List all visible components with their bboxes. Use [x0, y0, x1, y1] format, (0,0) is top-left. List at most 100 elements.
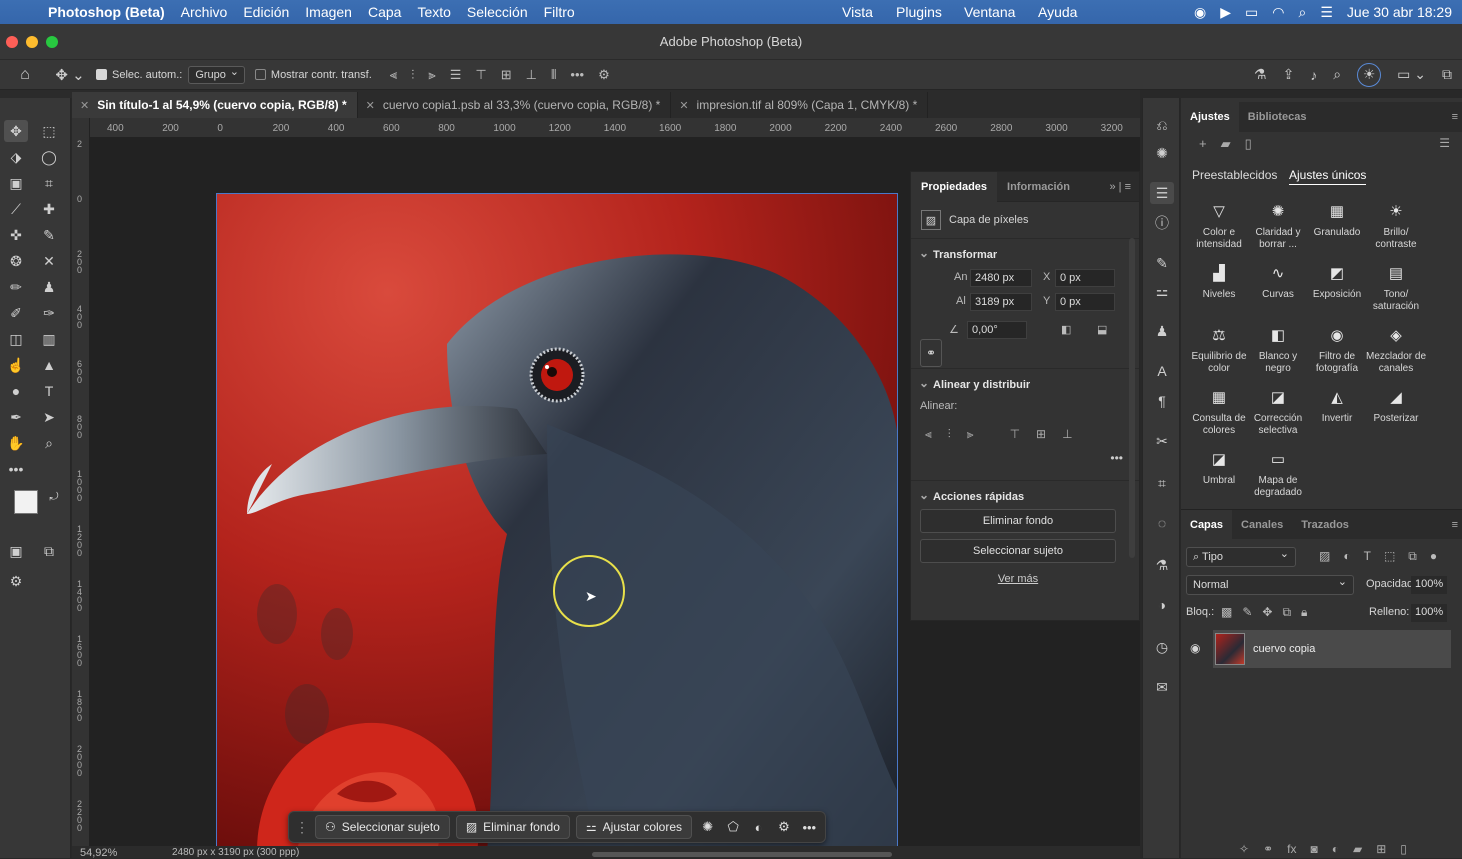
- adjustment-item[interactable]: ◧ Blanco y negro: [1247, 325, 1309, 375]
- sparkle-icon[interactable]: ✺: [698, 819, 717, 835]
- adjustment-item[interactable]: ◉ Filtro de fotografía: [1306, 325, 1368, 375]
- adjustment-item[interactable]: ◭ Invertir: [1306, 387, 1368, 425]
- lasso-tool-icon[interactable]: ◯: [37, 146, 61, 168]
- info-panel-icon[interactable]: ⓘ: [1150, 212, 1174, 234]
- filter-smart-object-icon[interactable]: ⧉: [1408, 549, 1417, 564]
- adjustment-item[interactable]: ☀ Brillo/ contraste: [1365, 201, 1427, 251]
- align-left-icon[interactable]: ⫷: [390, 67, 397, 83]
- tab-information[interactable]: Información: [997, 172, 1080, 202]
- flip-horizontal-icon[interactable]: ◧: [1061, 323, 1071, 336]
- close-tab-icon[interactable]: ✕: [679, 99, 688, 112]
- content-aware-move-icon[interactable]: ✕: [37, 250, 61, 272]
- menu-archivo[interactable]: Archivo: [173, 4, 236, 20]
- lock-transparent-icon[interactable]: ▩: [1221, 605, 1232, 620]
- tab-paths[interactable]: Trazados: [1292, 510, 1358, 539]
- spot-healing-tool-icon[interactable]: ✜: [4, 224, 28, 246]
- tab-document-1[interactable]: ✕ Sin título-1 al 54,9% (cuervo copia, RG…: [72, 92, 358, 118]
- quick-mask-icon[interactable]: ▣: [4, 540, 28, 562]
- tab-presets[interactable]: Preestablecidos: [1192, 168, 1277, 182]
- minimize-window-button[interactable]: [26, 36, 38, 48]
- filter-toggle-icon[interactable]: ●: [1430, 549, 1437, 564]
- delete-layer-icon[interactable]: ▯: [1400, 842, 1407, 856]
- show-transform-checkbox[interactable]: [254, 69, 266, 80]
- workspace-icon[interactable]: ▭ ⌄: [1397, 66, 1426, 83]
- adjustment-item[interactable]: ▦ Granulado: [1306, 201, 1368, 239]
- close-window-button[interactable]: [6, 36, 18, 48]
- gear-icon[interactable]: ⚙: [598, 67, 610, 83]
- x-field[interactable]: 0 px: [1055, 269, 1115, 287]
- transform-icon[interactable]: ⬠: [723, 819, 742, 835]
- eyedropper-tool-icon[interactable]: ⟋: [4, 198, 28, 220]
- distribute-icon[interactable]: ☰: [450, 67, 462, 83]
- document-info[interactable]: 2480 px x 3190 px (300 ppp): [172, 848, 299, 858]
- zoom-tool-icon[interactable]: ⌕: [37, 432, 61, 454]
- menu-imagen[interactable]: Imagen: [297, 4, 360, 20]
- tab-properties[interactable]: Propiedades: [911, 171, 998, 202]
- type-tool-icon[interactable]: T: [37, 380, 61, 402]
- play-icon[interactable]: ▶: [1220, 4, 1231, 21]
- select-subject-button[interactable]: ⚇ Seleccionar sujeto: [315, 815, 450, 839]
- brush-panel-icon[interactable]: ✎: [1150, 252, 1174, 274]
- layers-menu-icon[interactable]: ≡: [1452, 510, 1458, 539]
- history-panel-icon[interactable]: ⎌: [1150, 114, 1174, 136]
- move-tool-icon[interactable]: ✥: [4, 120, 28, 142]
- align-vcenter-icon[interactable]: ⊞: [501, 67, 512, 83]
- adjustment-item[interactable]: ▤ Tono/ saturación: [1365, 263, 1427, 313]
- horizontal-scrollbar[interactable]: [592, 852, 892, 857]
- adjust-colors-button[interactable]: ⚍ Ajustar colores: [575, 815, 693, 839]
- document-canvas[interactable]: [216, 193, 898, 850]
- filter-pixel-icon[interactable]: ▨: [1319, 549, 1330, 564]
- new-layer-icon[interactable]: ⊞: [1376, 842, 1386, 856]
- panel-menu-icon[interactable]: » | ≡: [1109, 181, 1131, 193]
- properties-panel-icon[interactable]: ☰: [1150, 182, 1174, 204]
- adjustment-item[interactable]: ▟ Niveles: [1188, 263, 1250, 301]
- menubar-datetime[interactable]: Jue 30 abr 18:29: [1347, 4, 1452, 20]
- ruler-origin[interactable]: [72, 118, 90, 138]
- brush-tool-icon[interactable]: ✏: [4, 276, 28, 298]
- new-adjustment-layer-icon[interactable]: ◐: [1332, 842, 1339, 856]
- remove-tool-icon[interactable]: ❂: [4, 250, 28, 272]
- tab-document-3[interactable]: ✕ impresion.tif al 809% (Capa 1, CMYK/8) …: [671, 92, 929, 118]
- adjustment-item[interactable]: ⚖ Equilibrio de color: [1188, 325, 1250, 375]
- y-field[interactable]: 0 px: [1055, 293, 1115, 311]
- adjustment-item[interactable]: ▽ Color e intensidad: [1188, 201, 1250, 251]
- adjustment-item[interactable]: ∿ Curvas: [1247, 263, 1309, 301]
- fill-field[interactable]: 100%: [1411, 604, 1447, 622]
- adjustment-item[interactable]: ▭ Mapa de degradado: [1247, 449, 1309, 499]
- align-section-title[interactable]: Alinear y distribuir: [911, 376, 1030, 391]
- visibility-eye-icon[interactable]: ◉: [1190, 641, 1200, 655]
- flask-icon[interactable]: ⚗: [1254, 66, 1267, 83]
- drag-handle-icon[interactable]: ⋮: [295, 819, 309, 836]
- move-tool-preset-icon[interactable]: ✥ ⌄: [50, 66, 90, 84]
- close-tab-icon[interactable]: ✕: [80, 99, 89, 112]
- align-vertical-centers-icon[interactable]: ⊞: [1036, 427, 1046, 442]
- tab-libraries[interactable]: Bibliotecas: [1239, 102, 1316, 132]
- filter-type-icon[interactable]: T: [1364, 549, 1371, 564]
- discover-lightbulb-icon[interactable]: ☀: [1357, 62, 1382, 87]
- healing-brush-tool-icon[interactable]: ✚: [37, 198, 61, 220]
- wifi-icon[interactable]: ◠: [1272, 4, 1284, 21]
- clone-source-icon[interactable]: ♟: [1150, 320, 1174, 342]
- eraser-tool-icon[interactable]: ◫: [4, 328, 28, 350]
- menu-texto[interactable]: Texto: [409, 4, 458, 20]
- adjustment-item[interactable]: ✺ Claridad y borrar ...: [1247, 201, 1309, 251]
- align-right-icon[interactable]: ⫸: [428, 67, 435, 83]
- adjustment-icon[interactable]: ◐: [749, 820, 768, 835]
- sharpen-tool-icon[interactable]: ▲: [37, 354, 61, 376]
- control-center-icon[interactable]: ☰: [1320, 4, 1333, 21]
- menu-plugins[interactable]: Plugins: [888, 4, 950, 20]
- lock-pixels-icon[interactable]: ✎: [1242, 605, 1252, 620]
- width-field[interactable]: 2480 px: [970, 269, 1032, 287]
- adjustment-item[interactable]: ◩ Exposición: [1306, 263, 1368, 301]
- layer-row[interactable]: cuervo copia: [1213, 630, 1451, 668]
- lock-position-icon[interactable]: ✥: [1262, 605, 1272, 620]
- adjustments-menu-icon[interactable]: ≡: [1452, 102, 1458, 132]
- generative-fill-icon[interactable]: ⚙: [4, 570, 28, 592]
- discover-panel-icon[interactable]: ✺: [1150, 142, 1174, 164]
- rect-marquee-tool-icon[interactable]: ⬚: [37, 120, 61, 142]
- align-hcenter-icon[interactable]: ⫶: [411, 67, 414, 83]
- align-bottom-icon[interactable]: ⊥: [526, 67, 537, 83]
- more-icon[interactable]: •••: [800, 820, 819, 835]
- more-options-icon[interactable]: •••: [570, 67, 584, 83]
- menu-filtro[interactable]: Filtro: [536, 4, 583, 20]
